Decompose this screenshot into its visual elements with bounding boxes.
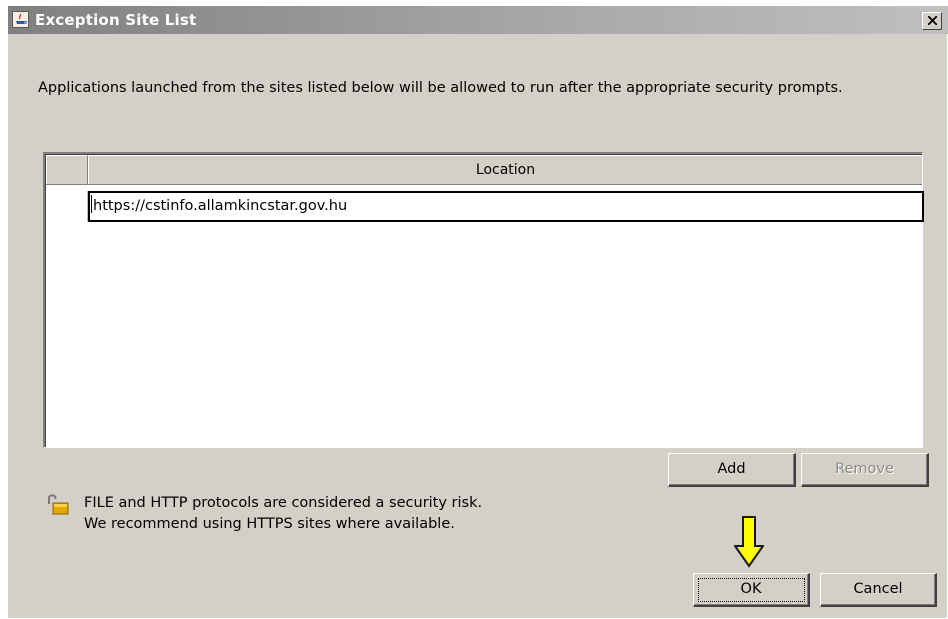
title-bar[interactable]: Exception Site List	[8, 6, 948, 34]
ok-label: OK	[740, 581, 762, 597]
location-value: https://cstinfo.allamkincstar.gov.hu	[93, 198, 348, 214]
unlocked-padlock-icon	[48, 494, 69, 515]
description-text: Applications launched from the sites lis…	[38, 80, 843, 96]
table-header: Location	[46, 155, 922, 185]
add-button[interactable]: Add	[668, 453, 796, 487]
close-icon	[928, 16, 937, 25]
column-header-location[interactable]: Location	[88, 155, 922, 184]
row-header-cell	[46, 191, 88, 222]
cancel-button[interactable]: Cancel	[820, 573, 937, 607]
notice-line-2: We recommend using HTTPS sites where ava…	[84, 516, 455, 532]
java-icon	[12, 11, 29, 28]
row-header-corner	[46, 155, 88, 184]
exception-site-list-dialog: Exception Site List Applications launche…	[7, 6, 948, 618]
notice-line-1: FILE and HTTP protocols are considered a…	[84, 495, 483, 511]
location-edit-cell[interactable]: https://cstinfo.allamkincstar.gov.hu	[88, 191, 924, 222]
close-button[interactable]	[922, 12, 942, 30]
text-cursor	[91, 195, 92, 213]
down-arrow-icon	[734, 516, 764, 568]
window-title: Exception Site List	[35, 11, 197, 29]
site-list-table[interactable]: Location https://cstinfo.allamkincstar.g…	[43, 152, 924, 448]
table-row[interactable]: https://cstinfo.allamkincstar.gov.hu	[46, 191, 924, 222]
ok-button[interactable]: OK	[693, 573, 810, 607]
remove-button[interactable]: Remove	[801, 453, 929, 487]
security-notice: FILE and HTTP protocols are considered a…	[84, 493, 482, 535]
